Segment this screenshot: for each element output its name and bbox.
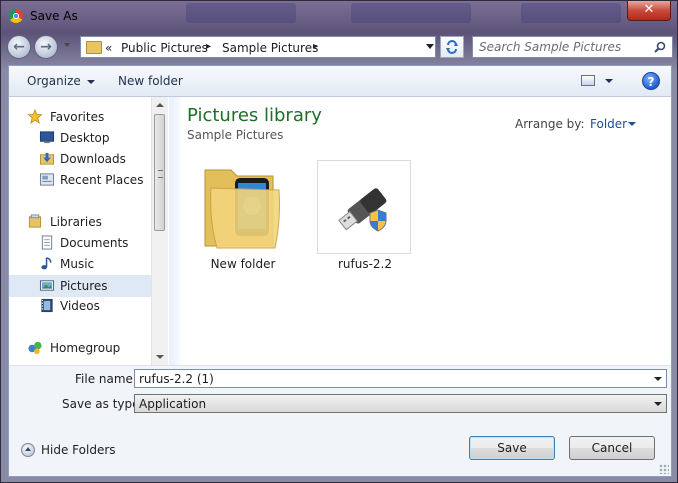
chevron-down-icon[interactable] bbox=[628, 122, 636, 126]
sidebar-item-label: Pictures bbox=[60, 279, 108, 293]
file-item-new-folder[interactable]: New folder bbox=[195, 160, 291, 271]
grip-icon bbox=[158, 170, 163, 178]
sidebar-item-label: Videos bbox=[60, 299, 100, 313]
hide-folders-label: Hide Folders bbox=[41, 443, 116, 457]
search-icon[interactable] bbox=[654, 41, 666, 53]
close-button[interactable]: ✕ bbox=[627, 1, 671, 21]
address-history-dropdown[interactable] bbox=[426, 44, 434, 49]
folder-icon bbox=[86, 41, 102, 54]
sidebar-item-videos[interactable]: Videos bbox=[9, 296, 149, 316]
sidebar-item-music[interactable]: Music bbox=[9, 254, 149, 274]
arrange-by-dropdown[interactable]: Folder bbox=[590, 117, 627, 131]
chevron-down-icon bbox=[86, 79, 95, 84]
documents-icon bbox=[41, 235, 53, 250]
file-name-field[interactable]: rufus-2.2 (1) bbox=[134, 369, 667, 388]
pictures-icon bbox=[39, 280, 55, 291]
sidebar-item-homegroup[interactable]: Homegroup bbox=[9, 338, 149, 358]
file-item-rufus[interactable]: rufus-2.2 bbox=[317, 160, 413, 271]
save-as-type-value: Application bbox=[139, 397, 207, 411]
chevron-up-icon bbox=[21, 443, 35, 457]
breadcrumb-separator-icon[interactable]: ▸ bbox=[313, 41, 318, 52]
cancel-button[interactable]: Cancel bbox=[569, 436, 655, 460]
usb-drive-shield-icon bbox=[317, 160, 411, 254]
sidebar-item-desktop[interactable]: Desktop bbox=[9, 128, 149, 148]
library-accent-bar bbox=[169, 97, 181, 365]
background-tab bbox=[521, 3, 621, 23]
breadcrumb-public-pictures[interactable]: Public Pictures bbox=[121, 41, 208, 55]
save-options: File name: rufus-2.2 (1) Save as type: A… bbox=[9, 366, 671, 476]
change-view-icon[interactable] bbox=[581, 75, 595, 86]
search-box[interactable] bbox=[472, 36, 673, 58]
view-options-dropdown[interactable] bbox=[605, 79, 613, 83]
sidebar-item-label: Music bbox=[60, 257, 95, 271]
address-overflow[interactable]: « bbox=[105, 41, 112, 55]
scroll-up-icon[interactable] bbox=[156, 103, 164, 107]
sidebar-item-documents[interactable]: Documents bbox=[9, 233, 149, 253]
sidebar-item-label: Downloads bbox=[60, 152, 126, 166]
file-name: New folder bbox=[210, 257, 276, 271]
organize-button[interactable]: Organize bbox=[27, 74, 95, 88]
library-title: Pictures library bbox=[187, 105, 322, 126]
title-bar: Save As ✕ bbox=[1, 1, 677, 31]
desktop-icon bbox=[39, 131, 55, 144]
library-subtitle: Sample Pictures bbox=[187, 128, 284, 142]
sidebar-item-label: Documents bbox=[60, 236, 129, 250]
breadcrumb-separator-icon[interactable]: ▸ bbox=[206, 41, 211, 52]
chevron-down-icon[interactable] bbox=[654, 377, 662, 381]
refresh-icon bbox=[446, 40, 458, 54]
homegroup-icon bbox=[28, 341, 42, 355]
chevron-down-icon bbox=[654, 402, 662, 406]
command-bar: Organize New folder ? bbox=[9, 66, 671, 97]
back-arrow-icon: ← bbox=[13, 39, 25, 55]
forward-button[interactable]: → bbox=[34, 35, 58, 59]
star-icon bbox=[27, 109, 43, 124]
save-as-dialog: Save As ✕ ← → « Public Pictures ▸ Sample… bbox=[0, 0, 678, 483]
music-icon bbox=[41, 257, 52, 270]
refresh-button[interactable] bbox=[440, 36, 464, 58]
background-tab bbox=[351, 3, 471, 23]
sidebar-item-label: Homegroup bbox=[50, 341, 121, 355]
dialog-body: Organize New folder ? Favorites Desktop … bbox=[8, 65, 672, 477]
sidebar-item-libraries[interactable]: Libraries bbox=[9, 212, 149, 232]
save-as-type-label: Save as type: bbox=[62, 397, 144, 411]
chrome-icon bbox=[9, 9, 23, 23]
file-view: Pictures library Sample Pictures Arrange… bbox=[169, 97, 671, 365]
folder-icon bbox=[195, 160, 289, 254]
new-folder-button[interactable]: New folder bbox=[118, 74, 183, 88]
window-title: Save As bbox=[30, 9, 78, 23]
search-input[interactable] bbox=[479, 39, 649, 55]
save-as-type-select[interactable]: Application bbox=[134, 394, 667, 413]
file-name: rufus-2.2 bbox=[337, 257, 393, 271]
sidebar-item-label: Favorites bbox=[50, 110, 105, 124]
sidebar-item-recent-places[interactable]: Recent Places bbox=[9, 170, 149, 190]
downloads-icon bbox=[39, 152, 55, 165]
navigation-scrollbar[interactable] bbox=[151, 97, 168, 365]
help-icon[interactable]: ? bbox=[642, 72, 660, 90]
navigation-row: ← → « Public Pictures ▸ Sample Pictures … bbox=[7, 33, 673, 61]
recent-places-icon bbox=[39, 173, 55, 186]
navigation-pane: Favorites Desktop Downloads Recent Place… bbox=[9, 97, 167, 365]
address-bar[interactable]: « Public Pictures ▸ Sample Pictures ▸ bbox=[80, 36, 436, 58]
scroll-down-icon[interactable] bbox=[156, 355, 164, 359]
file-name-label: File name: bbox=[75, 372, 137, 386]
sidebar-item-label: Recent Places bbox=[60, 173, 144, 187]
libraries-icon bbox=[28, 214, 42, 228]
forward-arrow-icon: → bbox=[40, 39, 52, 55]
save-button[interactable]: Save bbox=[469, 436, 555, 460]
sidebar-item-label: Libraries bbox=[50, 215, 102, 229]
breadcrumb-sample-pictures[interactable]: Sample Pictures bbox=[222, 41, 318, 55]
arrange-by-label: Arrange by: bbox=[515, 117, 585, 131]
back-button[interactable]: ← bbox=[7, 35, 31, 59]
sidebar-item-downloads[interactable]: Downloads bbox=[9, 149, 149, 169]
sidebar-item-label: Desktop bbox=[60, 131, 110, 145]
resize-grip-icon[interactable] bbox=[659, 464, 669, 474]
sidebar-item-pictures[interactable]: Pictures bbox=[9, 275, 151, 297]
videos-icon bbox=[41, 298, 53, 313]
organize-label: Organize bbox=[27, 74, 81, 88]
background-tab bbox=[186, 3, 296, 23]
file-name-value: rufus-2.2 (1) bbox=[139, 372, 214, 386]
sidebar-item-favorites[interactable]: Favorites bbox=[9, 107, 149, 127]
scrollbar-thumb[interactable] bbox=[154, 114, 165, 231]
recent-locations-dropdown[interactable] bbox=[64, 43, 70, 47]
